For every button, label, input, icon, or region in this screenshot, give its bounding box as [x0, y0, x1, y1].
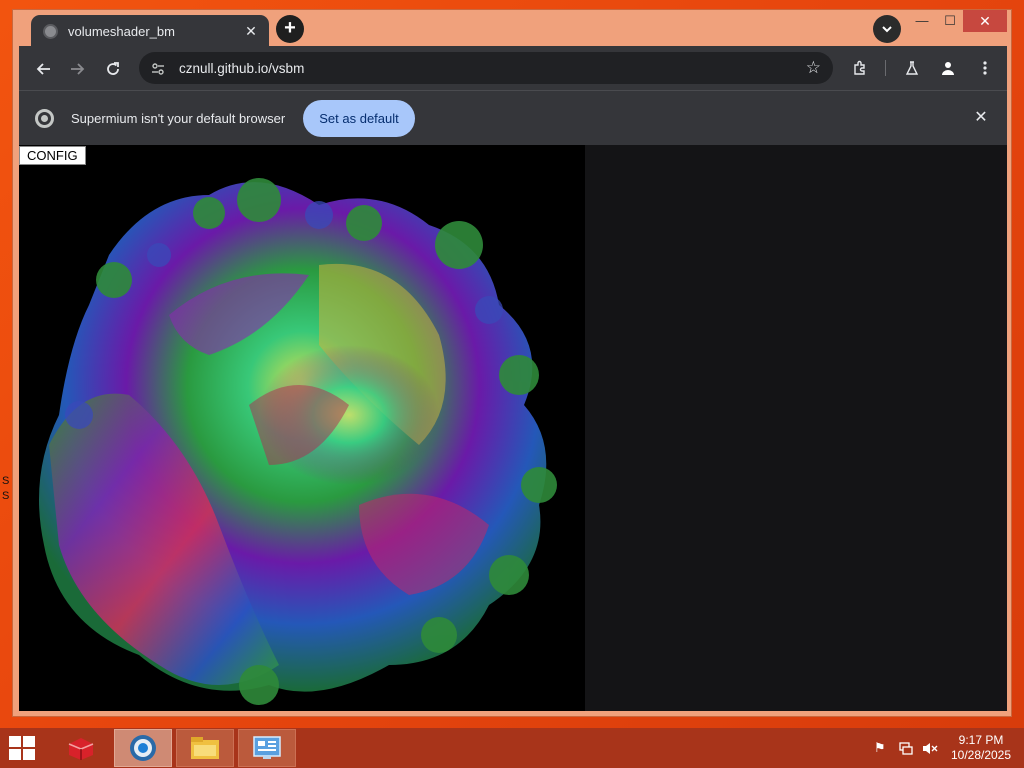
- desktop-edge-text: S: [2, 475, 10, 487]
- volume-muted-icon[interactable]: [922, 740, 938, 755]
- browser-toolbar: cznull.github.io/vsbm ☆: [19, 46, 1007, 90]
- back-button[interactable]: [31, 55, 57, 81]
- close-window-button[interactable]: ✕: [963, 10, 1007, 32]
- toolbar-divider: [885, 60, 886, 76]
- action-center-flag-icon[interactable]: ⚑: [874, 740, 886, 756]
- address-bar[interactable]: cznull.github.io/vsbm ☆: [139, 52, 833, 84]
- site-info-icon[interactable]: [151, 60, 171, 76]
- labs-flask-icon[interactable]: [899, 55, 925, 81]
- clock-date: 10/28/2025: [950, 748, 1012, 762]
- reload-button[interactable]: [100, 55, 126, 81]
- taskbar-app-browser[interactable]: [114, 729, 172, 767]
- page-viewport: CONFIG: [19, 145, 1007, 711]
- tab-search-button[interactable]: [873, 15, 901, 43]
- reload-icon: [107, 61, 119, 75]
- taskbar-app-toolbox[interactable]: [52, 729, 110, 767]
- globe-icon: [43, 24, 58, 39]
- maximize-button[interactable]: ☐: [935, 10, 965, 32]
- set-as-default-button[interactable]: Set as default: [303, 100, 415, 137]
- new-tab-button[interactable]: +: [276, 15, 304, 43]
- taskbar-app-file-explorer[interactable]: [176, 729, 234, 767]
- taskbar: ⚑ 9:17 PM 10/28/2025: [0, 728, 1024, 768]
- browser-window: volumeshader_bm ✕ + — ☐ ✕ cznull.github.…: [12, 9, 1012, 717]
- infobar-message: Supermium isn't your default browser: [71, 111, 286, 126]
- infobar-close-icon[interactable]: ✕: [970, 107, 992, 129]
- shader-canvas[interactable]: CONFIG: [19, 145, 585, 711]
- taskbar-app-control-panel[interactable]: [238, 729, 296, 767]
- arrow-left-icon: [36, 62, 50, 75]
- bookmark-star-icon[interactable]: ☆: [806, 58, 821, 78]
- folder-icon: [191, 737, 219, 759]
- menu-kebab-icon[interactable]: [972, 55, 998, 81]
- minimize-button[interactable]: —: [907, 10, 937, 32]
- supermium-browser-icon: [130, 735, 156, 761]
- extensions-icon[interactable]: [847, 55, 873, 81]
- arrow-right-icon: [71, 62, 85, 75]
- chromium-logo-icon: [35, 109, 54, 128]
- tab-title: volumeshader_bm: [68, 24, 175, 39]
- title-bar: volumeshader_bm ✕ + — ☐ ✕: [13, 10, 1011, 48]
- chevron-down-icon: [882, 26, 892, 33]
- browser-tab[interactable]: volumeshader_bm ✕: [31, 15, 269, 48]
- red-box-app-icon: [68, 738, 94, 760]
- control-panel-icon: [253, 736, 281, 759]
- windows-start-button[interactable]: [9, 736, 37, 760]
- config-button[interactable]: CONFIG: [19, 146, 86, 165]
- tab-close-icon[interactable]: ✕: [243, 23, 259, 40]
- forward-button[interactable]: [64, 55, 90, 81]
- clock-time: 9:17 PM: [958, 733, 1004, 747]
- default-browser-infobar: Supermium isn't your default browser Set…: [19, 90, 1007, 145]
- desktop-edge-text: S: [2, 490, 10, 502]
- system-clock[interactable]: 9:17 PM 10/28/2025: [946, 733, 1016, 763]
- network-icon[interactable]: [899, 740, 913, 755]
- url-text[interactable]: cznull.github.io/vsbm: [179, 61, 806, 76]
- fractal-render-image: [39, 178, 557, 705]
- profile-avatar-icon[interactable]: [935, 55, 961, 81]
